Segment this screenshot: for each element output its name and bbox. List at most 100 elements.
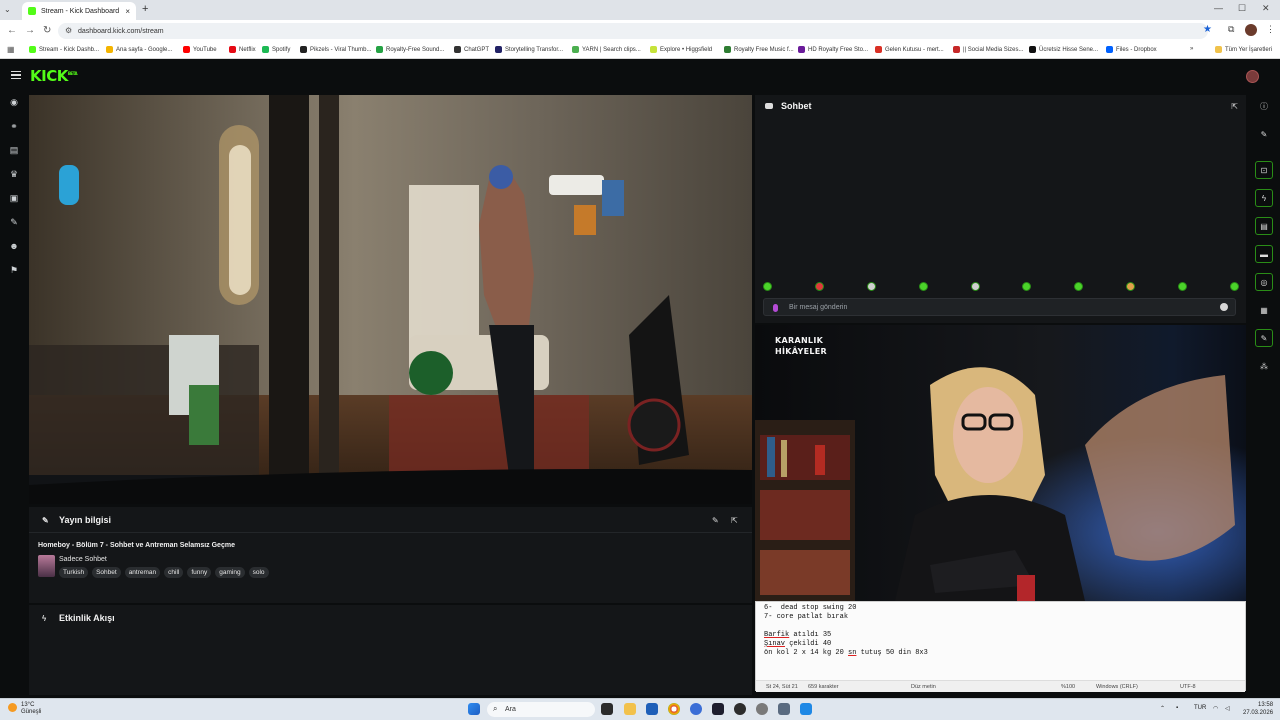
bookmark-item[interactable]: Royalty Free Music f... bbox=[724, 46, 794, 53]
tab-search-icon[interactable]: ⌄ bbox=[4, 5, 11, 14]
bookmark-item[interactable]: Ücretsiz Hisse Sene... bbox=[1029, 46, 1098, 53]
moderation-icon[interactable]: ⚑ bbox=[9, 265, 19, 275]
task-view-icon[interactable] bbox=[601, 703, 613, 715]
profile-avatar[interactable] bbox=[1245, 24, 1257, 36]
bookmark-item[interactable]: Files - Dropbox bbox=[1106, 46, 1157, 53]
notepad-taskbar-icon[interactable] bbox=[800, 703, 812, 715]
menu-kebab-icon[interactable]: ⋮ bbox=[1266, 24, 1275, 35]
emote-icon[interactable] bbox=[1178, 282, 1187, 291]
bookmark-item[interactable]: ChatGPT bbox=[454, 46, 489, 53]
bookmark-item[interactable]: Spotify bbox=[262, 46, 290, 53]
emote-icon[interactable] bbox=[918, 282, 928, 291]
wrench-tool-icon[interactable]: ✎ bbox=[1255, 329, 1273, 347]
community-icon[interactable]: ☻ bbox=[9, 241, 19, 251]
wifi-icon[interactable]: ◠ bbox=[1213, 705, 1218, 712]
tools-icon[interactable]: ✎ bbox=[9, 217, 19, 227]
editor-icon[interactable] bbox=[712, 703, 724, 715]
language-indicator[interactable]: TUR bbox=[1194, 705, 1206, 711]
new-tab-button[interactable]: + bbox=[142, 3, 148, 15]
bookmark-item[interactable]: Gelen Kutusu - mert... bbox=[875, 46, 944, 53]
screen-icon[interactable]: ⊡ bbox=[1255, 161, 1273, 179]
popout-icon[interactable]: ⇱ bbox=[731, 516, 738, 525]
bookmark-item[interactable]: YouTube bbox=[183, 46, 217, 53]
bookmark-star-icon[interactable]: ★ bbox=[1203, 24, 1212, 35]
clipboard-icon[interactable]: ▤ bbox=[1255, 217, 1273, 235]
tag-chip[interactable]: funny bbox=[187, 567, 212, 578]
link-icon[interactable]: ⚭ bbox=[9, 121, 19, 131]
chat-popout-icon[interactable]: ⇱ bbox=[1231, 102, 1238, 111]
bookmark-item[interactable]: Royalty-Free Sound... bbox=[376, 46, 444, 53]
emote-icon[interactable] bbox=[970, 282, 980, 291]
emote-icon[interactable] bbox=[866, 282, 876, 291]
system-clock[interactable]: 13:58 27.03.2026 bbox=[1243, 701, 1273, 717]
chrome-icon[interactable] bbox=[668, 703, 680, 715]
tag-chip[interactable]: solo bbox=[248, 567, 269, 578]
taskbar-search[interactable]: ⌕ Ara bbox=[487, 702, 595, 717]
browser-tab-active[interactable]: Stream - Kick Dashboard × bbox=[22, 2, 136, 20]
notepad-text-area[interactable]: 6- dead stop swing 20 7- core patlat bıra… bbox=[764, 604, 928, 658]
close-window-icon[interactable]: ✕ bbox=[1262, 3, 1270, 14]
info-icon[interactable]: ⓘ bbox=[1255, 97, 1273, 115]
emoji-picker-icon[interactable] bbox=[1220, 303, 1228, 311]
emote-icon[interactable] bbox=[1022, 282, 1032, 291]
tag-chip[interactable]: gaming bbox=[215, 567, 245, 578]
media-icon[interactable]: ▣ bbox=[9, 193, 19, 203]
back-icon[interactable]: ← bbox=[7, 25, 17, 36]
stream-live-icon[interactable]: ◉ bbox=[9, 97, 19, 107]
file-explorer-icon[interactable] bbox=[624, 703, 636, 715]
bookmark-item[interactable]: Ana sayfa - Google... bbox=[106, 46, 172, 53]
close-tab-icon[interactable]: × bbox=[125, 7, 130, 16]
secondary-video[interactable]: KARANLIK HİKÂYELER bbox=[755, 325, 1246, 601]
stream-preview-video[interactable] bbox=[29, 95, 752, 504]
emote-icon[interactable] bbox=[1074, 282, 1084, 291]
kick-logo[interactable]: KICKBETA bbox=[30, 67, 78, 85]
lightning-icon[interactable]: ϟ bbox=[1255, 189, 1273, 207]
minimize-icon[interactable]: — bbox=[1214, 3, 1223, 13]
bookmark-item[interactable]: HD Royalty Free Sto... bbox=[798, 46, 868, 53]
site-info-icon[interactable]: ⚙ bbox=[65, 26, 72, 35]
emote-icon[interactable] bbox=[763, 282, 772, 291]
apps-grid-icon[interactable]: ▦ bbox=[7, 45, 15, 54]
bookmark-item[interactable]: || Social Media Sizes... bbox=[953, 46, 1023, 53]
gear-app-icon[interactable] bbox=[778, 703, 790, 715]
analytics-icon[interactable]: ▤ bbox=[9, 145, 19, 155]
microphone-icon[interactable] bbox=[773, 304, 778, 312]
forward-icon[interactable]: → bbox=[25, 25, 35, 36]
emote-icon[interactable] bbox=[814, 282, 824, 291]
settings-icon[interactable] bbox=[756, 703, 768, 715]
maximize-icon[interactable]: ☐ bbox=[1238, 3, 1246, 14]
broadcast-icon[interactable]: ◎ bbox=[1255, 273, 1273, 291]
edit-icon[interactable]: ✎ bbox=[712, 516, 719, 525]
message-icon[interactable]: ▬ bbox=[1255, 245, 1273, 263]
bookmark-item[interactable]: YARN | Search clips... bbox=[572, 46, 641, 53]
tag-chip[interactable]: chill bbox=[164, 567, 184, 578]
tag-chip[interactable]: antreman bbox=[124, 567, 161, 578]
bookmark-item[interactable]: Pikzels - Viral Thumb... bbox=[300, 46, 371, 53]
bookmark-item[interactable]: Netflix bbox=[229, 46, 256, 53]
bookmark-item[interactable]: Stream - Kick Dashb... bbox=[29, 46, 99, 53]
address-bar[interactable]: ⚙ dashboard.kick.com/stream bbox=[58, 23, 1208, 39]
layout-icon[interactable]: ▦ bbox=[1255, 301, 1273, 319]
share-icon[interactable]: ⁂ bbox=[1255, 357, 1273, 375]
bookmark-item[interactable]: Explore • Higgsfield bbox=[650, 46, 712, 53]
emote-icon[interactable] bbox=[1126, 282, 1136, 291]
tray-app-icon[interactable]: ▪ bbox=[1176, 705, 1178, 711]
volume-icon[interactable]: ◁ bbox=[1225, 705, 1230, 712]
tag-chip[interactable]: Turkish bbox=[59, 567, 89, 578]
chat-message-input[interactable]: Bir mesaj gönderin bbox=[763, 298, 1236, 316]
menu-hamburger-icon[interactable] bbox=[11, 71, 21, 79]
tray-chevron-icon[interactable]: ⌃ bbox=[1160, 705, 1165, 712]
windows-start-icon[interactable] bbox=[468, 703, 480, 715]
tag-chip[interactable]: Sohbet bbox=[92, 567, 121, 578]
weather-widget[interactable]: 13°C Güneşli bbox=[8, 702, 41, 716]
app-icon[interactable] bbox=[690, 703, 702, 715]
trophy-icon[interactable]: ♛ bbox=[9, 169, 19, 179]
emote-icon[interactable] bbox=[1229, 282, 1239, 291]
all-bookmarks[interactable]: Tüm Yer İşaretleri bbox=[1215, 46, 1272, 53]
obs-icon[interactable] bbox=[734, 703, 746, 715]
bookmark-item[interactable]: Storytelling Transfor... bbox=[495, 46, 563, 53]
user-avatar[interactable] bbox=[1246, 70, 1259, 83]
reload-icon[interactable]: ↻ bbox=[43, 25, 51, 36]
store-icon[interactable] bbox=[646, 703, 658, 715]
more-bookmarks-icon[interactable]: » bbox=[1190, 46, 1193, 52]
